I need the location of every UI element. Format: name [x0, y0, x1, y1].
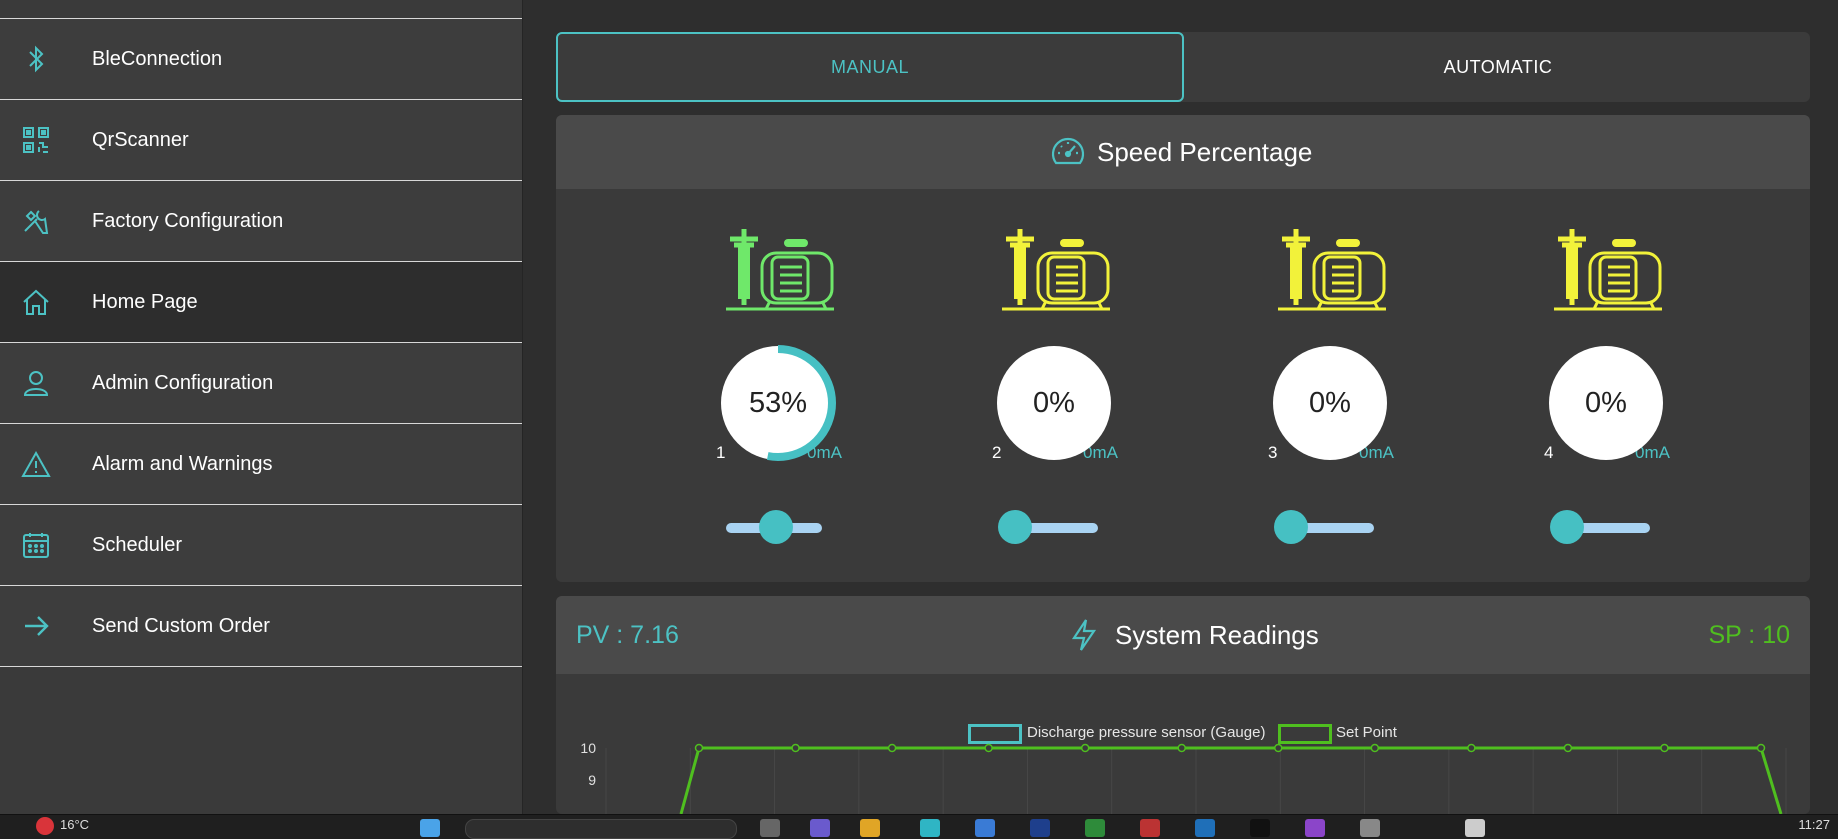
sidebar: BleConnection QrScanner Factory Configur… [0, 0, 523, 814]
qr-code-icon [18, 122, 54, 158]
setpoint-point[interactable] [694, 743, 704, 753]
taskbar-app-icon[interactable] [975, 819, 995, 837]
sidebar-item-bleconnection[interactable]: BleConnection [0, 19, 522, 100]
weather-readout: 16°C [60, 817, 90, 832]
sidebar-item-send-custom-order[interactable]: Send Custom Order [0, 586, 522, 667]
slider-thumb[interactable] [998, 510, 1032, 544]
mode-toggle: MANUAL AUTOMATIC [556, 32, 1810, 102]
terminal-icon[interactable] [1250, 819, 1270, 837]
calendar-icon [18, 527, 54, 563]
sidebar-item-label: BleConnection [92, 47, 223, 70]
taskbar-app-icon[interactable] [810, 819, 830, 837]
pump-icon [1554, 229, 1662, 311]
pump-icon [1002, 229, 1110, 311]
y-tick-label: 10 [580, 740, 596, 756]
mail-icon[interactable] [1195, 819, 1215, 837]
pump-2: 2 0mA 0% [982, 225, 1122, 555]
setpoint-point[interactable] [1274, 743, 1283, 753]
speed-panel-title: Speed Percentage [1097, 136, 1313, 167]
weather-badge-icon [36, 817, 54, 835]
speed-percent-label: 53% [748, 386, 808, 419]
speed-slider[interactable] [718, 508, 830, 548]
sidebar-item-home-page[interactable]: Home Page [0, 262, 522, 343]
warning-icon [18, 446, 54, 482]
setpoint-point[interactable] [1660, 743, 1669, 753]
taskbar-app-icon[interactable] [1140, 819, 1160, 837]
setpoint-point[interactable] [1177, 743, 1186, 753]
search-bar[interactable] [465, 819, 737, 839]
setpoint-point[interactable] [984, 743, 993, 753]
sidebar-item-scheduler[interactable]: Scheduler [0, 505, 522, 586]
tools-icon [18, 203, 54, 239]
user-icon [18, 365, 54, 401]
sidebar-item-label: Factory Configuration [92, 209, 284, 232]
setpoint-point[interactable] [887, 743, 897, 753]
pump-icon [726, 229, 834, 311]
taskbar-app-icon[interactable] [760, 819, 780, 837]
y-tick-label: 9 [588, 772, 596, 788]
sidebar-item-label: QrScanner [92, 128, 189, 151]
sidebar-item-label: Send Custom Order [92, 614, 270, 637]
speed-gauge: 53% [720, 345, 836, 461]
speed-slider[interactable] [1546, 508, 1658, 548]
speedometer-icon [1050, 135, 1086, 174]
sidebar-item-factory-configuration[interactable]: Factory Configuration [0, 181, 522, 262]
pv-value: PV : 7.16 [576, 620, 679, 649]
speed-gauge: 0% [996, 345, 1112, 461]
slider-thumb[interactable] [759, 510, 794, 544]
readings-panel-header: PV : 7.16 System Readings SP : 10 [556, 596, 1810, 674]
sidebar-item-qrscanner[interactable]: QrScanner [0, 100, 522, 181]
slider-thumb[interactable] [1274, 510, 1308, 544]
setpoint-point[interactable] [1080, 743, 1090, 753]
taskbar-app-icon[interactable] [1305, 819, 1325, 837]
setpoint-point[interactable] [1370, 743, 1380, 753]
pump-3: 3 0mA 0% [1258, 225, 1398, 555]
speed-percent-label: 0% [1309, 386, 1351, 419]
sidebar-item-alarm-and-warnings[interactable]: Alarm and Warnings [0, 424, 522, 505]
chart-plot: 10 9 [580, 740, 1787, 814]
speed-slider[interactable] [1270, 508, 1382, 548]
sidebar-item-admin-configuration[interactable]: Admin Configuration [0, 343, 522, 424]
bluetooth-icon [18, 41, 54, 77]
sp-value: SP : 10 [1708, 620, 1790, 649]
taskbar-app-icon[interactable] [1465, 819, 1485, 837]
sidebar-item-label: Home Page [92, 290, 198, 313]
automatic-mode-button[interactable]: AUTOMATIC [1186, 32, 1810, 102]
home-icon [18, 284, 54, 320]
sidebar-item-label: Admin Configuration [92, 371, 274, 394]
speed-percent-label: 0% [1585, 386, 1627, 419]
lightning-icon [1070, 618, 1098, 657]
taskbar-app-icon[interactable] [1030, 819, 1050, 837]
slider-thumb[interactable] [1550, 510, 1584, 544]
clock: 11:27 [1798, 817, 1830, 832]
setpoint-point[interactable] [1756, 743, 1766, 753]
manual-mode-button[interactable]: MANUAL [556, 32, 1184, 102]
os-taskbar: 16°C 11:27 [0, 814, 1838, 839]
readings-chart: Discharge pressure sensor (Gauge) Set Po… [556, 674, 1810, 814]
speed-gauge: 0% [1272, 345, 1388, 461]
taskbar-app-icon[interactable] [1085, 819, 1105, 837]
sidebar-item-label: Scheduler [92, 533, 183, 556]
pump-1: 1 0mA 53% [706, 225, 846, 555]
setpoint-point[interactable] [1563, 743, 1573, 753]
system-readings-panel: PV : 7.16 System Readings SP : 10 Discha… [556, 596, 1810, 814]
setpoint-series-line [679, 746, 1783, 814]
pump-icon [1278, 229, 1386, 311]
taskbar-app-icon[interactable] [1360, 819, 1380, 837]
speed-percent-label: 0% [1033, 386, 1075, 419]
pump-4: 4 0mA 0% [1534, 225, 1674, 555]
readings-panel-title: System Readings [1115, 619, 1319, 650]
speed-slider[interactable] [994, 508, 1106, 548]
arrow-right-icon [18, 608, 54, 644]
speed-percentage-panel: Speed Percentage 1 0mA 53% 2 0mA 0% 3 0mA 0% 4 0mA… [556, 115, 1810, 582]
sidebar-item-label: Alarm and Warnings [92, 452, 273, 475]
start-icon[interactable] [420, 819, 440, 837]
speed-gauge: 0% [1548, 345, 1664, 461]
folder-icon[interactable] [860, 819, 880, 837]
setpoint-point[interactable] [1467, 743, 1476, 753]
speed-panel-header: Speed Percentage [556, 115, 1810, 189]
setpoint-point[interactable] [791, 743, 800, 753]
browser-icon[interactable] [920, 819, 940, 837]
